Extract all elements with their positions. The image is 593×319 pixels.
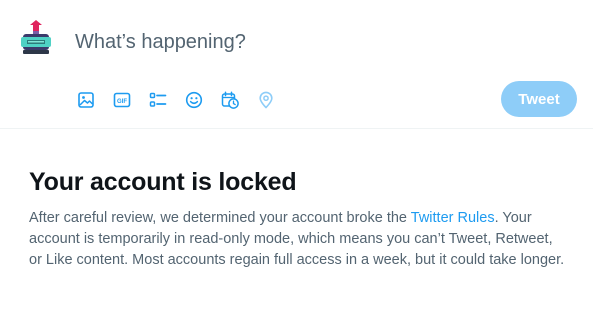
emoji-button[interactable] xyxy=(183,89,205,111)
gif-icon: GIF xyxy=(113,92,131,108)
notice-body: After careful review, we determined your… xyxy=(29,208,569,271)
image-icon xyxy=(78,92,94,108)
compose-tweet-input[interactable] xyxy=(75,28,555,56)
tweet-button[interactable]: Tweet xyxy=(501,81,577,117)
notice-body-text-start: After careful review, we determined your… xyxy=(29,210,411,226)
location-pin-icon xyxy=(259,91,273,109)
svg-text:GIF: GIF xyxy=(117,99,127,105)
schedule-button[interactable] xyxy=(219,89,241,111)
schedule-icon xyxy=(221,91,239,109)
location-button[interactable] xyxy=(255,89,277,111)
robot-avatar-icon[interactable] xyxy=(20,20,52,60)
poll-icon xyxy=(149,92,167,107)
tweet-composer: GIF xyxy=(0,0,593,129)
gif-button[interactable]: GIF xyxy=(111,89,133,111)
notice-title: Your account is locked xyxy=(29,168,297,196)
twitter-rules-link[interactable]: Twitter Rules xyxy=(411,210,495,226)
media-button[interactable] xyxy=(75,89,97,111)
emoji-icon xyxy=(185,91,203,109)
poll-button[interactable] xyxy=(147,89,169,111)
account-locked-notice: Your account is locked After careful rev… xyxy=(29,166,569,271)
